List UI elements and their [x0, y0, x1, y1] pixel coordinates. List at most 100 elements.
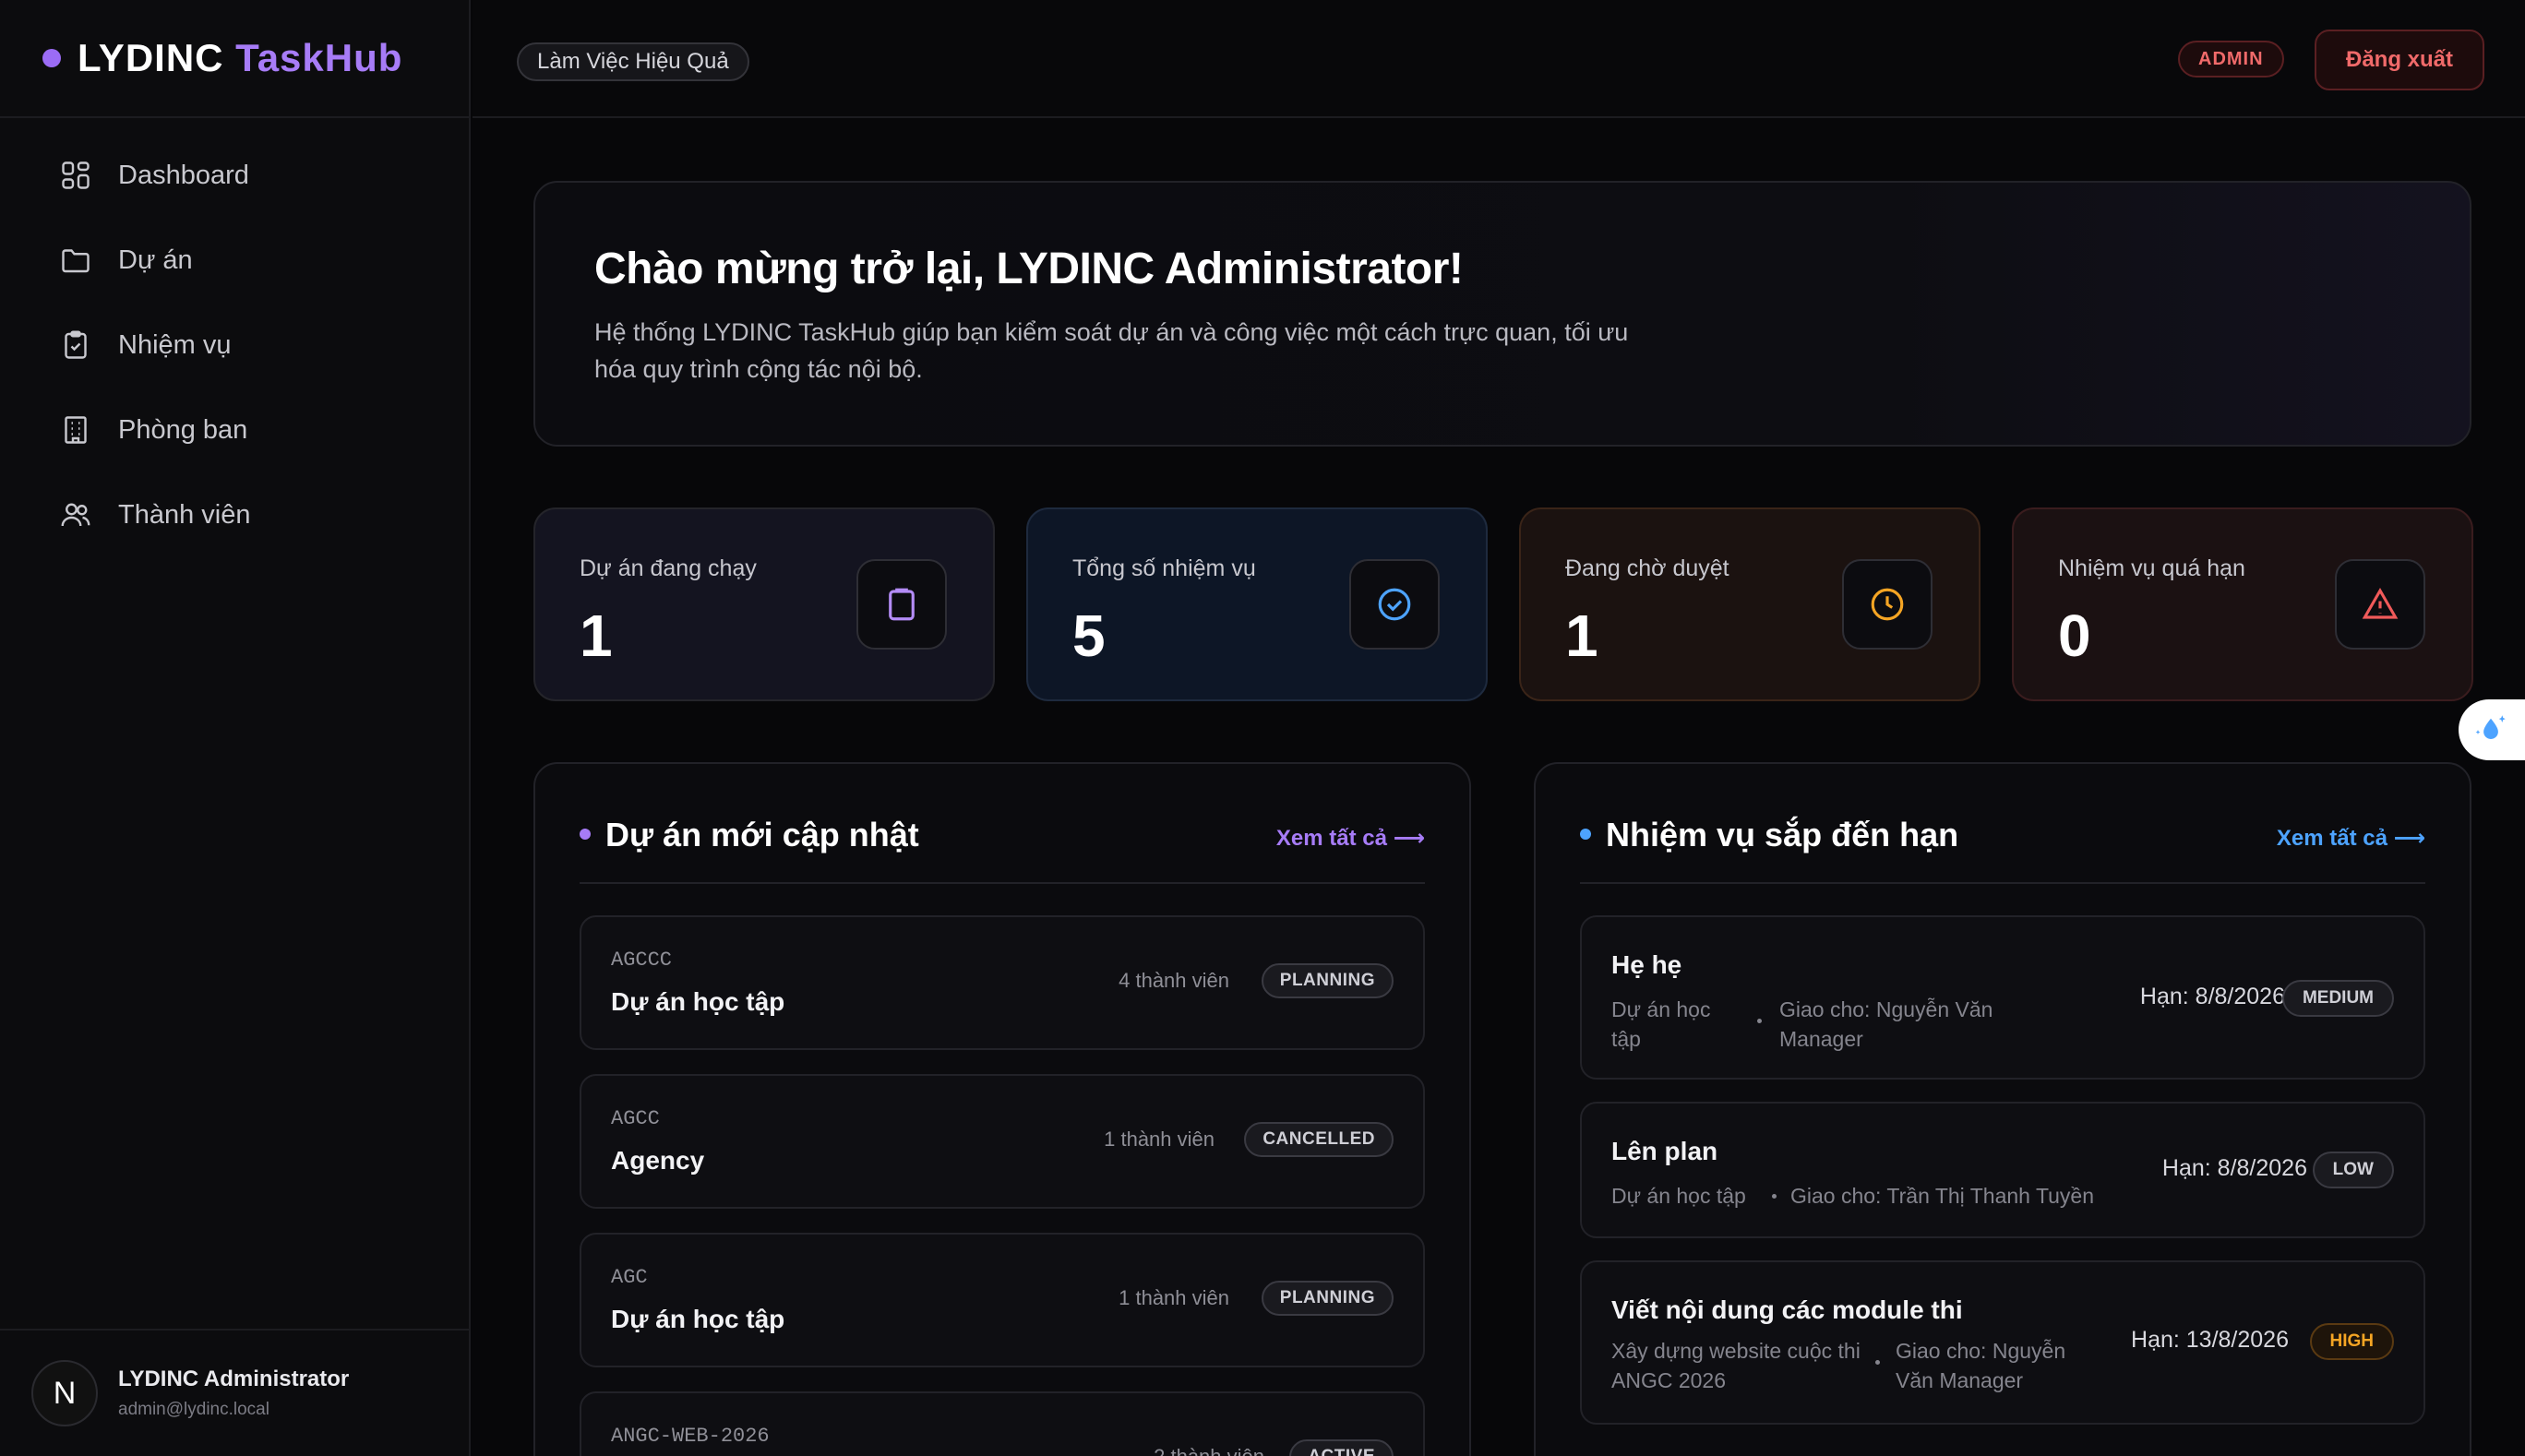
- project-card[interactable]: AGCC Agency 1 thành viên CANCELLED: [580, 1074, 1425, 1209]
- panel-dot: [1580, 829, 1591, 840]
- stat-card-overdue[interactable]: Nhiệm vụ quá hạn 0: [2012, 507, 2473, 701]
- project-code: AGC: [611, 1266, 648, 1289]
- check-circle-icon: [1378, 588, 1411, 621]
- task-project: Dự án học tập: [1611, 997, 1711, 1051]
- welcome-banner: Chào mừng trở lại, LYDINC Administrator!…: [533, 181, 2471, 447]
- sidebar-item-label: Phòng ban: [118, 414, 248, 445]
- status-badge: CANCELLED: [1244, 1122, 1394, 1157]
- task-due-date: Hạn: 13/8/2026: [2131, 1327, 2289, 1353]
- avatar: N: [31, 1360, 98, 1426]
- stat-label: Đang chờ duyệt: [1565, 555, 1729, 581]
- folder-icon: [62, 249, 90, 273]
- clock-icon: [1871, 588, 1904, 621]
- stat-card-pending[interactable]: Đang chờ duyệt 1: [1519, 507, 1981, 701]
- project-name: Dự án học tập: [611, 1305, 785, 1333]
- task-project: Dự án học tập: [1611, 1184, 1746, 1208]
- task-card[interactable]: Lên plan Dự án học tập Giao cho: Trần Th…: [1580, 1102, 2425, 1238]
- status-badge: PLANNING: [1261, 963, 1394, 998]
- priority-badge: HIGH: [2309, 1323, 2394, 1360]
- sidebar-item-label: Thành viên: [118, 499, 251, 530]
- welcome-description: Hệ thống LYDINC TaskHub giúp bạn kiểm so…: [594, 318, 1629, 383]
- stat-value: 5: [1072, 603, 1106, 669]
- stat-card-active-projects[interactable]: Dự án đang chạy 1: [533, 507, 995, 701]
- project-members: 2 thành viên: [1154, 1445, 1264, 1456]
- alert-triangle-icon: [2362, 587, 2399, 619]
- task-project: Xây dựng website cuộc thi ANGC 2026: [1611, 1339, 1861, 1392]
- panel-header: Nhiệm vụ sắp đến hạn Xem tất cả ⟶: [1580, 812, 2425, 884]
- task-due-date: Hạn: 8/8/2026: [2161, 1155, 2307, 1181]
- task-assignee: Giao cho: Trần Thị Thanh Tuyền: [1790, 1184, 2095, 1208]
- user-email: admin@lydinc.local: [118, 1400, 269, 1419]
- task-card[interactable]: Hẹ hẹ Dự án học tập Giao cho: Nguyễn Văn…: [1580, 915, 2425, 1080]
- task-name: Viết nội dung các module thi: [1611, 1295, 1963, 1324]
- user-info: LYDINC Administrator admin@lydinc.local: [118, 1366, 349, 1420]
- project-card[interactable]: AGCCC Dự án học tập 4 thành viên PLANNIN…: [580, 915, 1425, 1050]
- stat-label: Dự án đang chạy: [580, 555, 757, 581]
- clipboard-icon: [889, 588, 915, 621]
- floating-assistant-button[interactable]: [2459, 699, 2525, 760]
- project-code: ANGC-WEB-2026: [611, 1425, 770, 1448]
- task-assignee: Giao cho: Nguyễn Văn Manager: [1779, 997, 1993, 1051]
- role-badge: ADMIN: [2178, 41, 2284, 78]
- project-name: Agency: [611, 1146, 705, 1175]
- panel-title: Nhiệm vụ sắp đến hạn: [1606, 816, 1959, 853]
- building-icon: [65, 416, 87, 444]
- user-name: LYDINC Administrator: [118, 1366, 350, 1391]
- brand-dot: [42, 49, 61, 67]
- users-icon: [61, 503, 90, 527]
- task-card[interactable]: Viết nội dung các module thi Xây dựng we…: [1580, 1260, 2425, 1425]
- clipboard-check-icon: [65, 330, 87, 359]
- sidebar-item-tasks[interactable]: Nhiệm vụ: [33, 312, 439, 378]
- separator-dot: [1875, 1360, 1880, 1365]
- stat-icon-box: [856, 559, 947, 650]
- project-card[interactable]: AGC Dự án học tập 1 thành viên PLANNING: [580, 1233, 1425, 1367]
- project-members: 1 thành viên: [1104, 1128, 1215, 1151]
- stat-icon-box: [1842, 559, 1933, 650]
- priority-badge: LOW: [2312, 1152, 2394, 1188]
- status-badge: PLANNING: [1261, 1281, 1394, 1316]
- project-members: 4 thành viên: [1119, 969, 1229, 992]
- view-all-projects-link[interactable]: Xem tất cả ⟶: [1276, 825, 1425, 852]
- welcome-title: Chào mừng trở lại, LYDINC Administrator!: [594, 245, 1464, 293]
- panel-dot: [580, 829, 591, 840]
- upcoming-tasks-panel: Nhiệm vụ sắp đến hạn Xem tất cả ⟶ Hẹ hẹ …: [1534, 762, 2471, 1456]
- sidebar: LYDINC TaskHub Dashboard Dự án Nhiệm vụ …: [0, 0, 471, 1456]
- sidebar-item-label: Dự án: [118, 245, 193, 275]
- sidebar-item-dashboard[interactable]: Dashboard: [33, 142, 439, 209]
- brand-logo[interactable]: LYDINC TaskHub: [0, 0, 471, 118]
- droplet-sparkle-icon: [2475, 715, 2506, 739]
- stat-icon-box: [1349, 559, 1440, 650]
- sidebar-item-members[interactable]: Thành viên: [33, 482, 439, 548]
- task-name: Hẹ hẹ: [1611, 950, 1682, 979]
- top-header: Làm Việc Hiệu Quả ADMIN Đăng xuất: [473, 0, 2525, 118]
- task-due-date: Hạn: 8/8/2026: [2139, 984, 2285, 1009]
- project-members: 1 thành viên: [1119, 1286, 1229, 1309]
- panel-header: Dự án mới cập nhật Xem tất cả ⟶: [580, 812, 1425, 884]
- recent-projects-panel: Dự án mới cập nhật Xem tất cả ⟶ AGCCC Dự…: [533, 762, 1471, 1456]
- task-assignee: Giao cho: Nguyễn Văn Manager: [1896, 1339, 2066, 1392]
- logout-button[interactable]: Đăng xuất: [2315, 30, 2484, 90]
- sidebar-item-label: Dashboard: [118, 160, 249, 190]
- project-code: AGCCC: [611, 949, 673, 972]
- separator-dot: [1757, 1019, 1762, 1023]
- priority-badge: MEDIUM: [2281, 980, 2394, 1017]
- project-card[interactable]: ANGC-WEB-2026 2 thành viên ACTIVE: [580, 1391, 1425, 1456]
- sidebar-nav: Dashboard Dự án Nhiệm vụ Phòng ban Thành…: [33, 142, 439, 567]
- project-code: AGCC: [611, 1107, 660, 1130]
- view-all-tasks-link[interactable]: Xem tất cả ⟶: [2277, 825, 2425, 852]
- stat-label: Tổng số nhiệm vụ: [1072, 555, 1256, 581]
- dashboard-grid-icon: [62, 161, 90, 189]
- separator-dot: [1772, 1194, 1777, 1199]
- panel-title: Dự án mới cập nhật: [605, 816, 919, 853]
- task-name: Lên plan: [1611, 1137, 1718, 1165]
- app-root: LYDINC TaskHub Dashboard Dự án Nhiệm vụ …: [0, 0, 2525, 1456]
- project-name: Dự án học tập: [611, 987, 785, 1016]
- stat-icon-box: [2335, 559, 2425, 650]
- stat-card-total-tasks[interactable]: Tổng số nhiệm vụ 5: [1026, 507, 1488, 701]
- sidebar-item-label: Nhiệm vụ: [118, 329, 232, 360]
- sidebar-item-projects[interactable]: Dự án: [33, 227, 439, 293]
- user-profile[interactable]: N LYDINC Administrator admin@lydinc.loca…: [0, 1329, 471, 1456]
- brand-name: LYDINC TaskHub: [78, 36, 403, 79]
- stat-value: 1: [580, 603, 613, 669]
- sidebar-item-departments[interactable]: Phòng ban: [33, 397, 439, 463]
